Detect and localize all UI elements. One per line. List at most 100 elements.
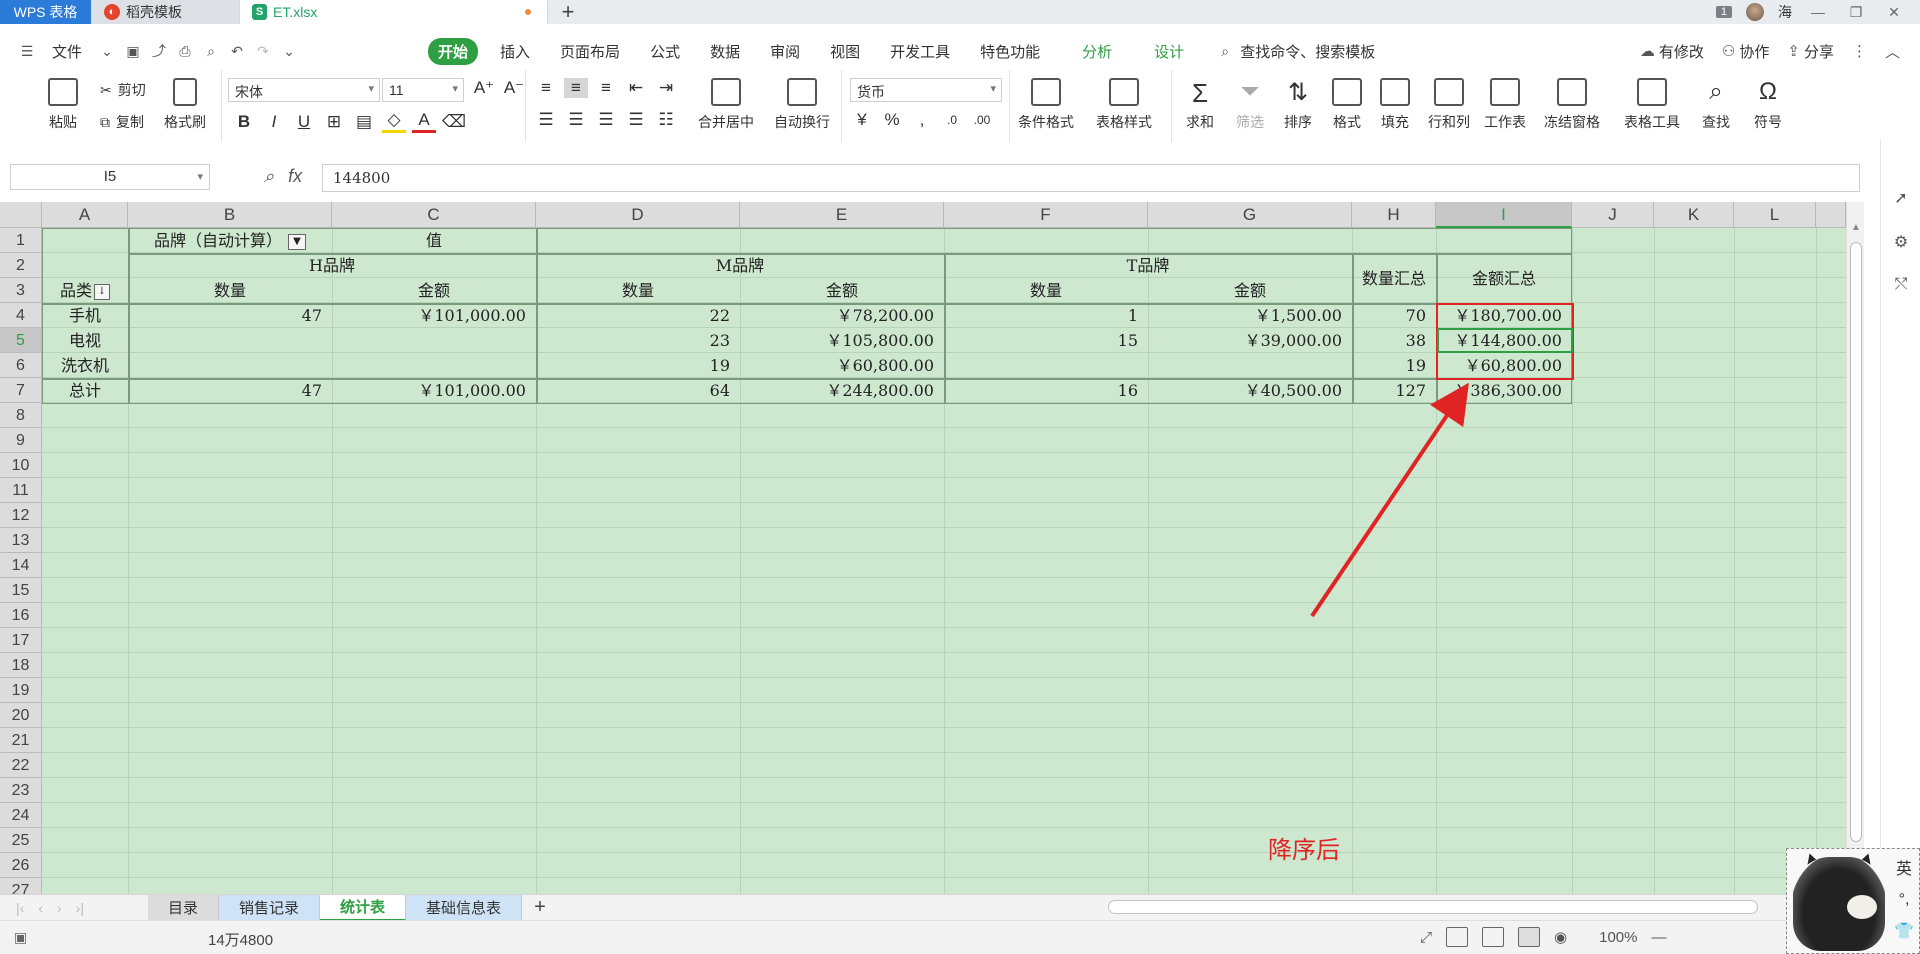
sort-button[interactable]: ⇅ 排序 [1284, 78, 1312, 132]
t-qty-cell[interactable] [944, 353, 1148, 378]
row-header[interactable]: 24 [0, 803, 42, 828]
search-icon[interactable]: ⌕ [1216, 42, 1234, 60]
more-icon[interactable]: ⋮ [1852, 42, 1867, 60]
col-header-d[interactable]: D [536, 202, 740, 228]
row-header[interactable]: 8 [0, 403, 42, 428]
t-amount-cell[interactable]: ￥1,500.00 [1148, 303, 1352, 328]
sort-desc-icon[interactable]: ↓ [94, 283, 110, 300]
align-right-icon[interactable]: ☰ [594, 110, 618, 130]
t-amount-cell[interactable]: ￥40,500.00 [1148, 378, 1352, 403]
vertical-scrollbar[interactable]: ▲ [1846, 202, 1864, 894]
row-header[interactable]: 6 [0, 353, 42, 378]
file-menu[interactable]: 文件 [44, 37, 90, 66]
row-header[interactable]: 4 [0, 303, 42, 328]
table-style-button[interactable]: 表格样式 [1096, 78, 1152, 132]
t-qty-cell[interactable]: 1 [944, 303, 1148, 328]
h-qty-cell[interactable] [128, 353, 332, 378]
bold-icon[interactable]: B [232, 112, 256, 132]
macro-icon[interactable]: ▣ [14, 929, 27, 946]
restore-icon[interactable]: ❐ [1844, 4, 1868, 21]
font-size-select[interactable]: 11 [382, 78, 464, 102]
zoom-level[interactable]: 100% [1599, 929, 1637, 946]
decrease-font-icon[interactable]: A⁻ [502, 78, 526, 98]
col-header-f[interactable]: F [944, 202, 1148, 228]
m-amount-cell[interactable]: ￥60,800.00 [740, 353, 944, 378]
pivot-column-field[interactable]: 品牌（自动计算） ▼ [128, 228, 332, 253]
spreadsheet-grid[interactable]: A B C D E F G H I J K L 1 2 3 4 5 6 7 8 9 10 11 12 1… [0, 202, 1846, 894]
tab-template[interactable]: ◐ 稻壳模板 [92, 0, 240, 24]
underline-icon[interactable]: U [292, 112, 316, 132]
t-qty-cell[interactable]: 15 [944, 328, 1148, 353]
tab-page-layout[interactable]: 页面布局 [552, 37, 628, 66]
m-amount-cell[interactable]: ￥244,800.00 [740, 378, 944, 403]
copy-button[interactable]: ⧉ 复制 [100, 112, 144, 132]
format-button[interactable]: 格式 [1332, 78, 1362, 132]
tab-home[interactable]: 开始 [428, 37, 479, 65]
row-header[interactable]: 5 [0, 328, 42, 353]
h-qty-cell[interactable]: 47 [128, 378, 332, 403]
category-field[interactable]: 品类 ↓ [42, 278, 128, 303]
rows-cols-button[interactable]: 行和列 [1428, 78, 1470, 132]
col-header-b[interactable]: B [128, 202, 332, 228]
row-header[interactable]: 26 [0, 853, 42, 878]
col-header-e[interactable]: E [740, 202, 944, 228]
cursor-select-icon[interactable]: ➚ [1891, 188, 1911, 208]
eye-protect-icon[interactable]: ◉ [1554, 928, 1567, 946]
format-painter-button[interactable]: 格式刷 [164, 78, 206, 132]
save-icon[interactable]: ▣ [124, 42, 142, 60]
find-button[interactable]: ⌕ 查找 [1702, 78, 1730, 132]
share-button[interactable]: 分享 [1804, 41, 1834, 62]
row-header[interactable]: 18 [0, 653, 42, 678]
row-header[interactable]: 13 [0, 528, 42, 553]
row-header[interactable]: 25 [0, 828, 42, 853]
symbol-button[interactable]: Ω 符号 [1754, 78, 1782, 132]
prev-sheet-icon[interactable]: ‹ [38, 900, 43, 916]
indent-icon[interactable]: ⇥ [654, 78, 678, 98]
m-qty-cell[interactable]: 64 [536, 378, 740, 403]
category-cell[interactable]: 电视 [42, 328, 128, 353]
chevron-down-icon[interactable]: ⌄ [98, 42, 116, 60]
command-search[interactable]: 查找命令、搜索模板 [1240, 37, 1383, 66]
row-header[interactable]: 2 [0, 253, 42, 278]
distributed-icon[interactable]: ☷ [654, 110, 678, 130]
justify-icon[interactable]: ☰ [624, 110, 648, 130]
align-top-icon[interactable]: ≡ [534, 78, 558, 98]
col-header-i[interactable]: I [1436, 202, 1572, 228]
formula-input[interactable]: 144800 [322, 164, 1860, 192]
tab-formula[interactable]: 公式 [642, 37, 688, 66]
undo-icon[interactable]: ↶ [228, 42, 246, 60]
tab-view[interactable]: 视图 [822, 37, 868, 66]
page-layout-view-icon[interactable] [1518, 927, 1541, 947]
avatar[interactable] [1746, 3, 1764, 21]
align-center-icon[interactable]: ☰ [564, 110, 588, 130]
h-qty-cell[interactable] [128, 328, 332, 353]
row-header[interactable]: 20 [0, 703, 42, 728]
row-header[interactable]: 7 [0, 378, 42, 403]
conditional-format-button[interactable]: 条件格式 [1018, 78, 1074, 132]
first-sheet-icon[interactable]: |‹ [16, 900, 24, 916]
m-qty-cell[interactable]: 19 [536, 353, 740, 378]
row-header[interactable]: 10 [0, 453, 42, 478]
percent-icon[interactable]: % [880, 110, 904, 130]
fx-icon[interactable]: fx [288, 166, 302, 187]
close-icon[interactable]: ✕ [1882, 4, 1906, 21]
col-header-c[interactable]: C [332, 202, 536, 228]
m-qty-cell[interactable]: 23 [536, 328, 740, 353]
decrease-decimal-icon[interactable]: .00 [970, 113, 994, 127]
col-header-g[interactable]: G [1148, 202, 1352, 228]
align-bottom-icon[interactable]: ≡ [594, 78, 618, 98]
category-cell[interactable]: 总计 [42, 378, 128, 403]
h-amount-cell[interactable]: ￥101,000.00 [332, 378, 536, 403]
export-icon[interactable]: ⤴ [150, 42, 168, 60]
row-header[interactable]: 3 [0, 278, 42, 303]
has-changes-button[interactable]: 有修改 [1659, 41, 1704, 62]
row-header[interactable]: 15 [0, 578, 42, 603]
transform-icon[interactable]: ⤲ [1891, 276, 1911, 296]
wrap-text-button[interactable]: 自动换行 [774, 78, 830, 132]
ime-mode-toggle[interactable]: 英 [1896, 855, 1912, 879]
tab-analyze[interactable]: 分析 [1074, 37, 1120, 66]
amount-total-cell[interactable]: ￥386,300.00 [1436, 378, 1572, 403]
print-preview-icon[interactable]: ⌕ [202, 42, 220, 60]
cut-button[interactable]: ✂ 剪切 [100, 80, 146, 100]
next-sheet-icon[interactable]: › [57, 900, 62, 916]
